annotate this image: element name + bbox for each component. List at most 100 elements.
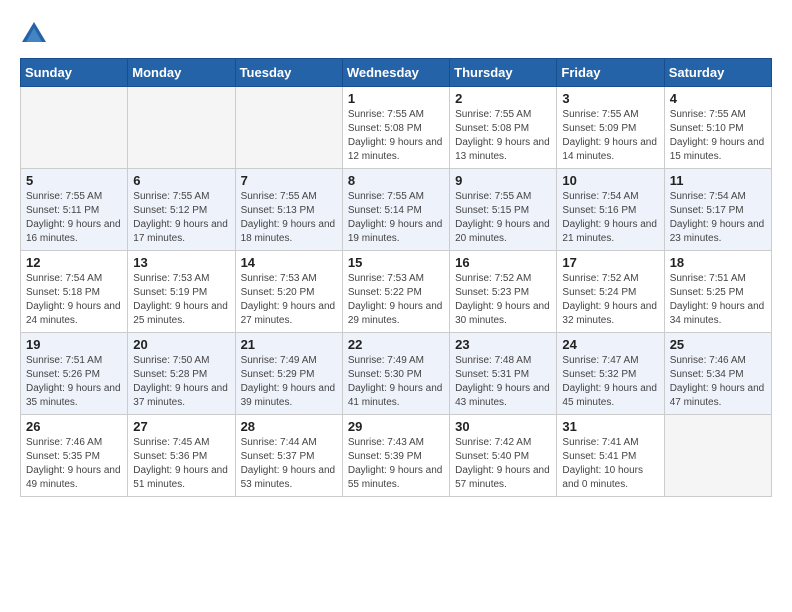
day-header-friday: Friday	[557, 59, 664, 87]
day-detail: Sunrise: 7:54 AMSunset: 5:17 PMDaylight:…	[670, 191, 765, 244]
day-detail: Sunrise: 7:51 AMSunset: 5:25 PMDaylight:…	[670, 273, 765, 326]
calendar-cell: 6 Sunrise: 7:55 AMSunset: 5:12 PMDaylight…	[128, 169, 235, 251]
day-detail: Sunrise: 7:50 AMSunset: 5:28 PMDaylight:…	[133, 355, 228, 408]
calendar-cell: 26 Sunrise: 7:46 AMSunset: 5:35 PMDayligh…	[21, 415, 128, 497]
day-number: 5	[26, 173, 122, 188]
calendar-week-4: 19 Sunrise: 7:51 AMSunset: 5:26 PMDayligh…	[21, 333, 772, 415]
day-number: 20	[133, 337, 229, 352]
calendar-cell: 23 Sunrise: 7:48 AMSunset: 5:31 PMDayligh…	[450, 333, 557, 415]
day-number: 12	[26, 255, 122, 270]
day-detail: Sunrise: 7:54 AMSunset: 5:18 PMDaylight:…	[26, 273, 121, 326]
day-number: 15	[348, 255, 444, 270]
day-detail: Sunrise: 7:42 AMSunset: 5:40 PMDaylight:…	[455, 437, 550, 490]
day-header-thursday: Thursday	[450, 59, 557, 87]
calendar-cell: 10 Sunrise: 7:54 AMSunset: 5:16 PMDayligh…	[557, 169, 664, 251]
calendar-cell: 19 Sunrise: 7:51 AMSunset: 5:26 PMDayligh…	[21, 333, 128, 415]
calendar-cell: 12 Sunrise: 7:54 AMSunset: 5:18 PMDayligh…	[21, 251, 128, 333]
day-number: 14	[241, 255, 337, 270]
calendar-week-3: 12 Sunrise: 7:54 AMSunset: 5:18 PMDayligh…	[21, 251, 772, 333]
day-detail: Sunrise: 7:49 AMSunset: 5:29 PMDaylight:…	[241, 355, 336, 408]
calendar-cell: 28 Sunrise: 7:44 AMSunset: 5:37 PMDayligh…	[235, 415, 342, 497]
calendar-cell: 21Sunrise: 7:49 AMSunset: 5:29 PMDayligh…	[235, 333, 342, 415]
day-number: 22	[348, 337, 444, 352]
day-number: 13	[133, 255, 229, 270]
calendar-cell: 14 Sunrise: 7:53 AMSunset: 5:20 PMDayligh…	[235, 251, 342, 333]
day-detail: Sunrise: 7:43 AMSunset: 5:39 PMDaylight:…	[348, 437, 443, 490]
day-header-monday: Monday	[128, 59, 235, 87]
day-detail: Sunrise: 7:44 AMSunset: 5:37 PMDaylight:…	[241, 437, 336, 490]
calendar-cell: 11 Sunrise: 7:54 AMSunset: 5:17 PMDayligh…	[664, 169, 771, 251]
day-number: 17	[562, 255, 658, 270]
day-number: 29	[348, 419, 444, 434]
calendar-week-5: 26 Sunrise: 7:46 AMSunset: 5:35 PMDayligh…	[21, 415, 772, 497]
day-detail: Sunrise: 7:51 AMSunset: 5:26 PMDaylight:…	[26, 355, 121, 408]
page-header	[20, 20, 772, 48]
day-number: 31	[562, 419, 658, 434]
day-detail: Sunrise: 7:46 AMSunset: 5:35 PMDaylight:…	[26, 437, 121, 490]
day-number: 2	[455, 91, 551, 106]
day-detail: Sunrise: 7:55 AMSunset: 5:15 PMDaylight:…	[455, 191, 550, 244]
calendar-cell: 30 Sunrise: 7:42 AMSunset: 5:40 PMDayligh…	[450, 415, 557, 497]
calendar-cell: 22 Sunrise: 7:49 AMSunset: 5:30 PMDayligh…	[342, 333, 449, 415]
day-detail: Sunrise: 7:55 AMSunset: 5:08 PMDaylight:…	[455, 109, 550, 162]
calendar-cell: 17 Sunrise: 7:52 AMSunset: 5:24 PMDayligh…	[557, 251, 664, 333]
day-number: 18	[670, 255, 766, 270]
day-detail: Sunrise: 7:48 AMSunset: 5:31 PMDaylight:…	[455, 355, 550, 408]
day-detail: Sunrise: 7:54 AMSunset: 5:16 PMDaylight:…	[562, 191, 657, 244]
day-header-sunday: Sunday	[21, 59, 128, 87]
day-detail: Sunrise: 7:53 AMSunset: 5:19 PMDaylight:…	[133, 273, 228, 326]
day-header-tuesday: Tuesday	[235, 59, 342, 87]
day-number: 11	[670, 173, 766, 188]
calendar-cell: 18 Sunrise: 7:51 AMSunset: 5:25 PMDayligh…	[664, 251, 771, 333]
calendar-cell: 15 Sunrise: 7:53 AMSunset: 5:22 PMDayligh…	[342, 251, 449, 333]
day-number: 9	[455, 173, 551, 188]
day-number: 19	[26, 337, 122, 352]
day-number: 23	[455, 337, 551, 352]
day-detail: Sunrise: 7:55 AMSunset: 5:12 PMDaylight:…	[133, 191, 228, 244]
calendar-cell	[21, 87, 128, 169]
day-number: 3	[562, 91, 658, 106]
day-detail: Sunrise: 7:55 AMSunset: 5:13 PMDaylight:…	[241, 191, 336, 244]
day-detail: Sunrise: 7:55 AMSunset: 5:09 PMDaylight:…	[562, 109, 657, 162]
day-detail: Sunrise: 7:46 AMSunset: 5:34 PMDaylight:…	[670, 355, 765, 408]
day-detail: Sunrise: 7:53 AMSunset: 5:22 PMDaylight:…	[348, 273, 443, 326]
day-number: 6	[133, 173, 229, 188]
calendar-cell: 25 Sunrise: 7:46 AMSunset: 5:34 PMDayligh…	[664, 333, 771, 415]
day-number: 1	[348, 91, 444, 106]
day-number: 30	[455, 419, 551, 434]
day-detail: Sunrise: 7:47 AMSunset: 5:32 PMDaylight:…	[562, 355, 657, 408]
calendar-header-row: SundayMondayTuesdayWednesdayThursdayFrid…	[21, 59, 772, 87]
calendar-week-2: 5Sunrise: 7:55 AMSunset: 5:11 PMDaylight…	[21, 169, 772, 251]
logo-icon	[20, 20, 48, 48]
day-number: 28	[241, 419, 337, 434]
day-detail: Sunrise: 7:52 AMSunset: 5:24 PMDaylight:…	[562, 273, 657, 326]
day-detail: Sunrise: 7:55 AMSunset: 5:14 PMDaylight:…	[348, 191, 443, 244]
calendar-cell: 5Sunrise: 7:55 AMSunset: 5:11 PMDaylight…	[21, 169, 128, 251]
calendar-cell: 7 Sunrise: 7:55 AMSunset: 5:13 PMDaylight…	[235, 169, 342, 251]
calendar-cell: 24Sunrise: 7:47 AMSunset: 5:32 PMDayligh…	[557, 333, 664, 415]
day-number: 26	[26, 419, 122, 434]
day-detail: Sunrise: 7:49 AMSunset: 5:30 PMDaylight:…	[348, 355, 443, 408]
calendar-cell: 31Sunrise: 7:41 AMSunset: 5:41 PMDayligh…	[557, 415, 664, 497]
day-number: 10	[562, 173, 658, 188]
calendar-cell	[128, 87, 235, 169]
calendar-cell: 20 Sunrise: 7:50 AMSunset: 5:28 PMDayligh…	[128, 333, 235, 415]
calendar-cell: 27Sunrise: 7:45 AMSunset: 5:36 PMDayligh…	[128, 415, 235, 497]
day-number: 8	[348, 173, 444, 188]
calendar-cell: 3 Sunrise: 7:55 AMSunset: 5:09 PMDaylight…	[557, 87, 664, 169]
calendar-cell: 1Sunrise: 7:55 AMSunset: 5:08 PMDaylight…	[342, 87, 449, 169]
day-header-saturday: Saturday	[664, 59, 771, 87]
logo	[20, 20, 52, 48]
day-number: 4	[670, 91, 766, 106]
day-number: 25	[670, 337, 766, 352]
calendar-cell: 8 Sunrise: 7:55 AMSunset: 5:14 PMDaylight…	[342, 169, 449, 251]
calendar-week-1: 1 Sunrise: 7:55 AMSunset: 5:08 PMDaylight…	[21, 87, 772, 169]
calendar-cell	[235, 87, 342, 169]
day-detail: Sunrise: 7:53 AMSunset: 5:20 PMDaylight:…	[241, 273, 336, 326]
calendar-cell: 29 Sunrise: 7:43 AMSunset: 5:39 PMDayligh…	[342, 415, 449, 497]
day-number: 16	[455, 255, 551, 270]
day-number: 7	[241, 173, 337, 188]
calendar-cell: 13 Sunrise: 7:53 AMSunset: 5:19 PMDayligh…	[128, 251, 235, 333]
calendar-cell: 9 Sunrise: 7:55 AMSunset: 5:15 PMDaylight…	[450, 169, 557, 251]
calendar: SundayMondayTuesdayWednesdayThursdayFrid…	[20, 58, 772, 497]
